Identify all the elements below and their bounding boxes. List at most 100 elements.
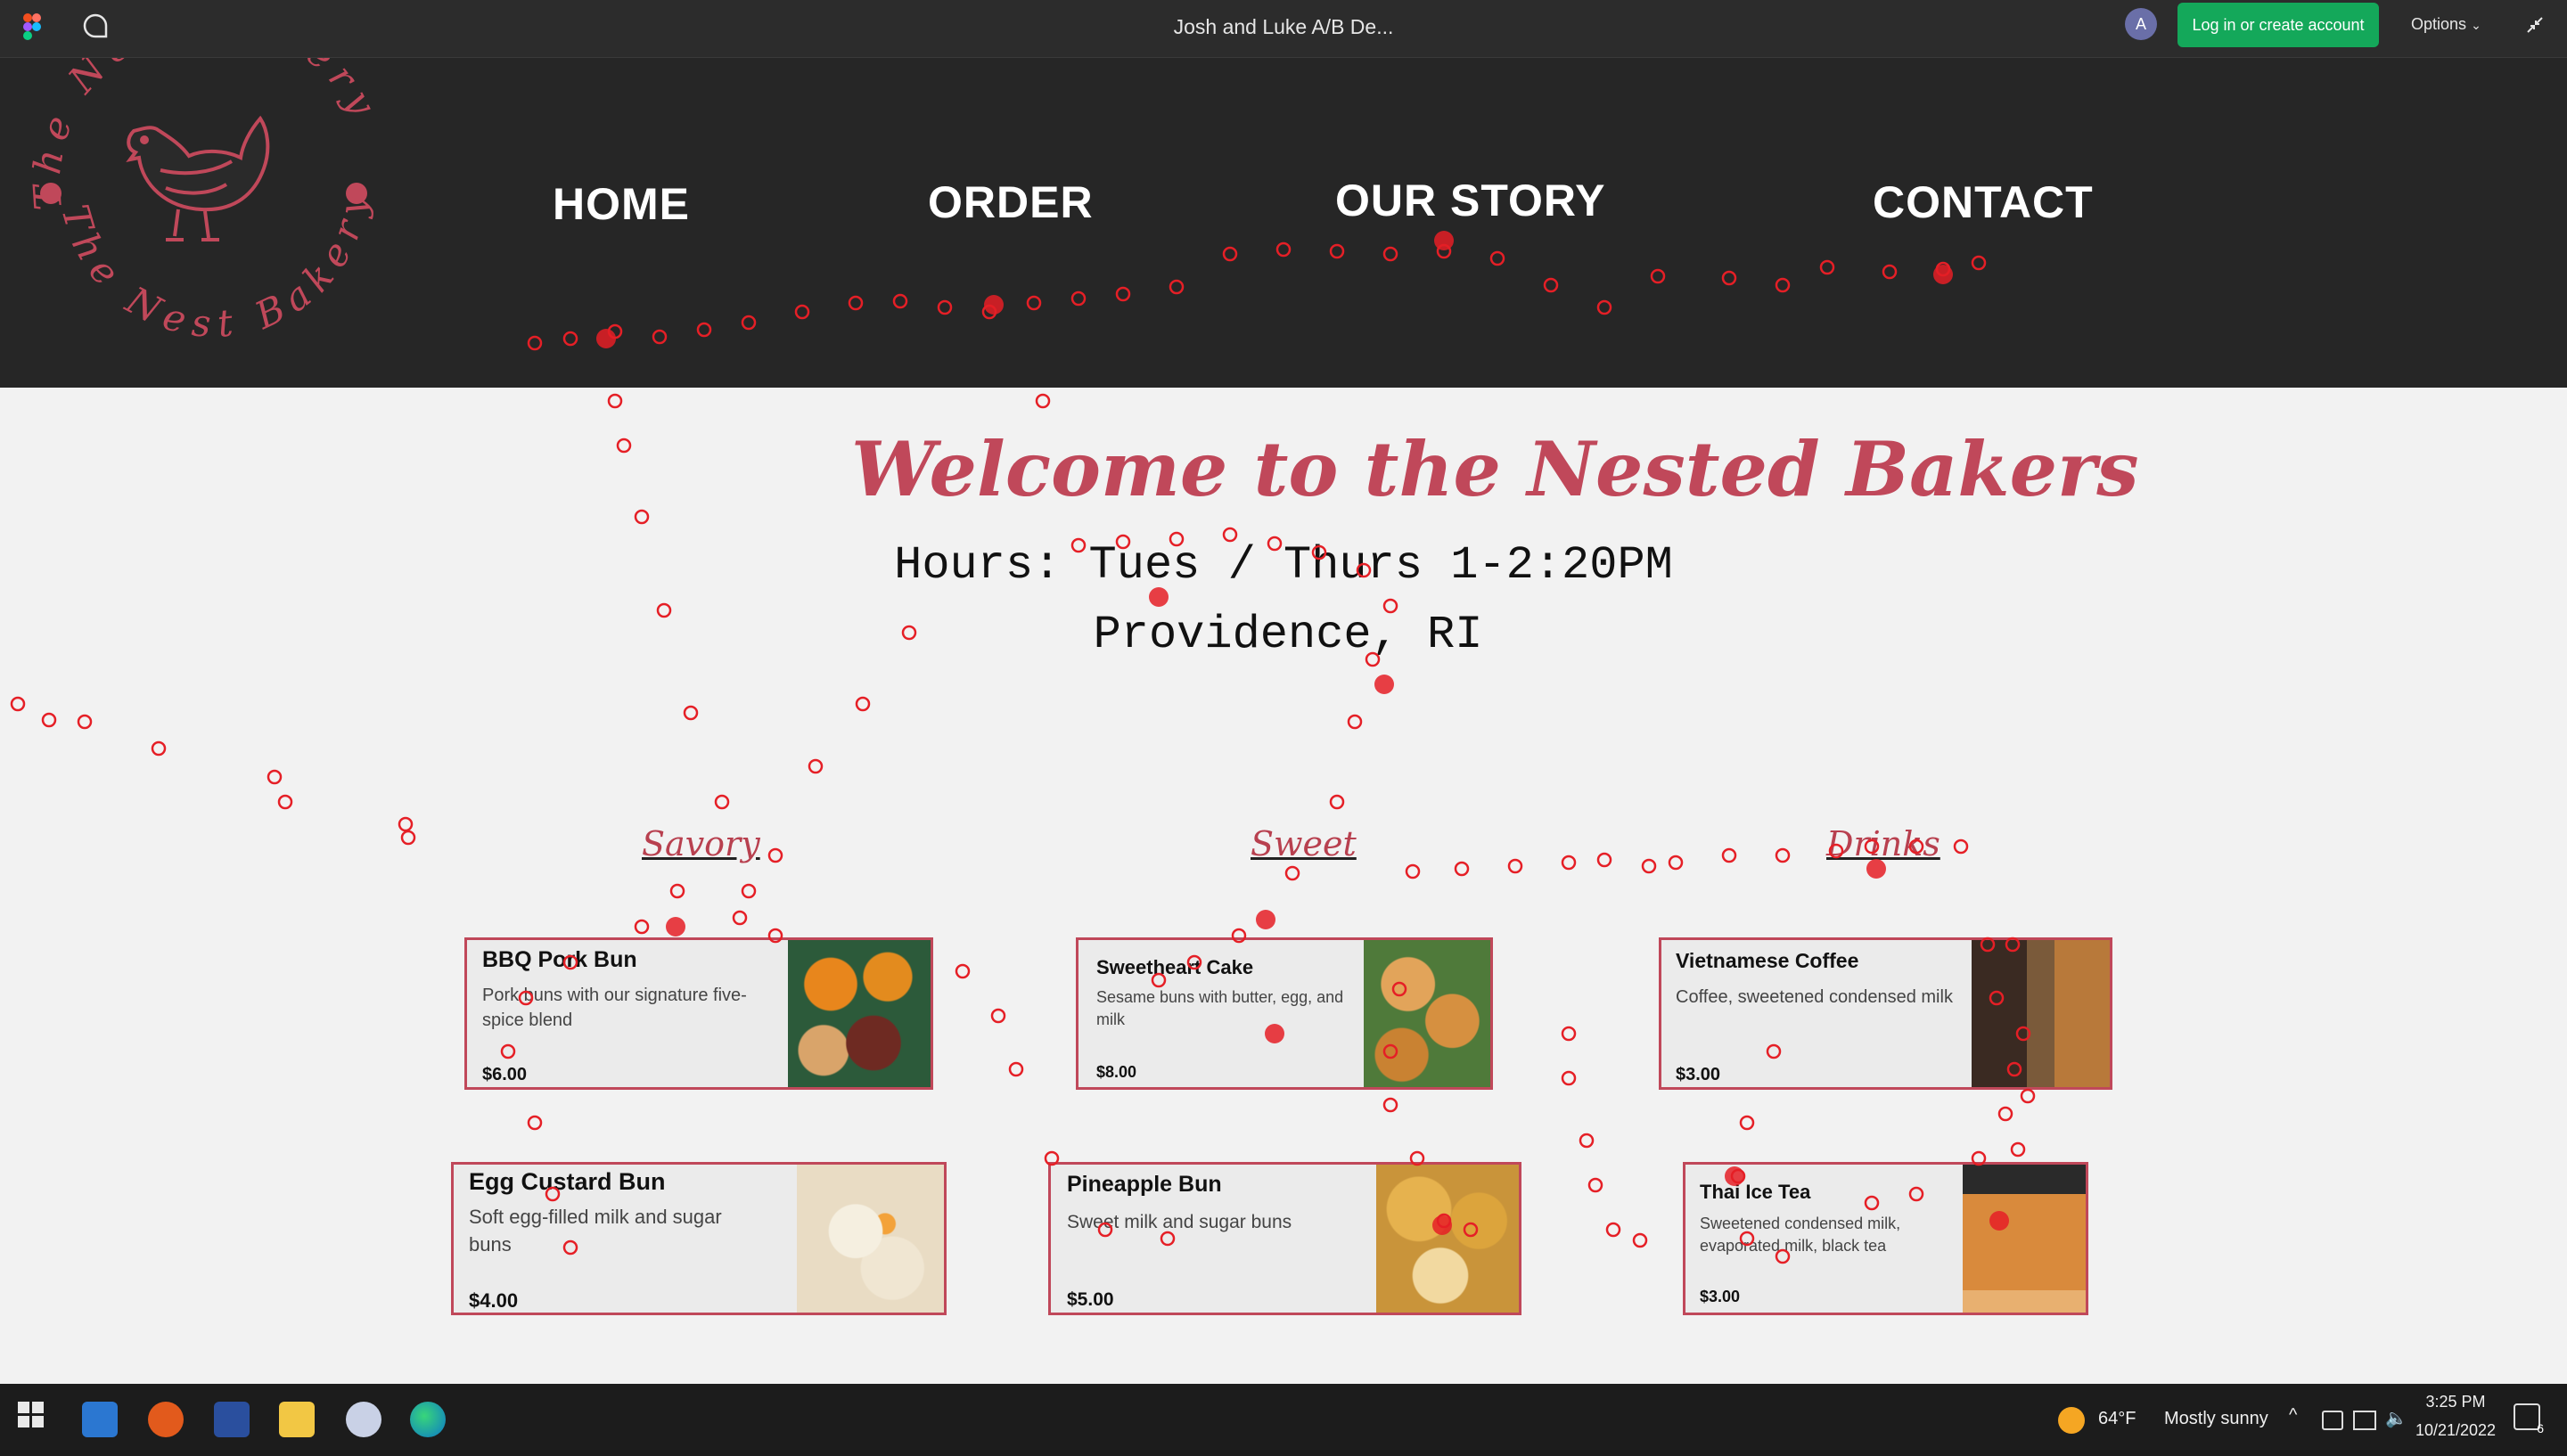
heatmap-dot [1561, 1070, 1577, 1086]
heatmap-dot [1070, 537, 1087, 553]
powershell-icon[interactable] [214, 1402, 250, 1437]
heatmap-dot [1989, 990, 2005, 1006]
heatmap-dot [892, 293, 908, 309]
heatmap-dot [1721, 270, 1737, 286]
heatmap-dot [2010, 1141, 2026, 1157]
heatmap-cluster [1256, 910, 1275, 929]
heatmap-cluster [596, 329, 616, 348]
heatmap-dot [1980, 937, 1996, 953]
heatmap-dot [10, 696, 26, 712]
app-orange-icon[interactable] [148, 1402, 184, 1437]
heatmap-dot [77, 714, 93, 730]
heatmap-dot [901, 625, 917, 641]
heatmap-dot [669, 883, 685, 899]
heatmap-dot [1284, 865, 1300, 881]
heatmap-dot [1391, 981, 1407, 997]
heatmap-dot [767, 847, 783, 863]
heatmap-dot [2006, 1061, 2022, 1077]
mail-icon[interactable] [82, 1402, 118, 1437]
heatmap-cluster [1989, 1211, 2009, 1231]
heatmap-dot [808, 758, 824, 774]
app-pinwheel-icon[interactable] [346, 1402, 381, 1437]
heatmap-dot [616, 438, 632, 454]
heatmap-cluster [1933, 265, 1953, 284]
heatmap-dot [1971, 255, 1987, 271]
heatmap-dot [1997, 1106, 2013, 1122]
heatmap-dot [1454, 861, 1470, 877]
heatmap-dot [1222, 527, 1238, 543]
heatmap-dot [1864, 1195, 1880, 1211]
heatmap-cluster [1374, 675, 1394, 694]
heatmap-dot [848, 295, 864, 311]
heatmap-cluster [1866, 859, 1886, 879]
tray-chevron-icon[interactable]: ^ [2289, 1405, 2297, 1426]
clock-date[interactable]: 10/21/2022 [2411, 1421, 2500, 1440]
heatmap-dot [1405, 863, 1421, 879]
heatmap-dot [267, 769, 283, 785]
notification-count: 6 [2537, 1421, 2544, 1436]
notification-icon[interactable]: 6 [2514, 1403, 2544, 1436]
heatmap-dot [1044, 1150, 1060, 1166]
heatmap-cluster [1434, 231, 1454, 250]
heatmap-dot [767, 928, 783, 944]
heatmap-dot [1311, 544, 1327, 560]
heatmap-dot [277, 794, 293, 810]
heatmap-dot [151, 740, 167, 757]
heatmap-dot [398, 816, 414, 832]
heatmap-dot [1828, 843, 1844, 859]
heatmap-dot [794, 304, 810, 320]
heatmap-dot [1382, 598, 1398, 614]
heatmap-dot [2015, 1026, 2031, 1042]
heatmap-dot [1721, 847, 1737, 863]
heatmap-dot [1908, 838, 1924, 855]
heatmap-dot [1097, 1222, 1113, 1238]
heatmap-dot [1561, 1026, 1577, 1042]
heatmap-dot [652, 329, 668, 345]
heatmap-dot [1382, 246, 1398, 262]
edge-icon[interactable] [410, 1402, 446, 1437]
weather-temperature[interactable]: 64°F [2098, 1409, 2136, 1429]
heatmap-cluster [1149, 587, 1169, 607]
heatmap-dot [1882, 264, 1898, 280]
heatmap-dot [2005, 937, 2021, 953]
heatmap-dot [1775, 277, 1791, 293]
heatmap-dot [1186, 954, 1202, 970]
clock-time[interactable]: 3:25 PM [2415, 1393, 2496, 1411]
heatmap-cluster [1265, 1024, 1284, 1043]
heatmap-dot [741, 315, 757, 331]
heatmap-dot [41, 712, 57, 728]
heatmap-dot [562, 331, 578, 347]
heatmap-dot [1463, 1222, 1479, 1238]
weather-condition[interactable]: Mostly sunny [2164, 1409, 2268, 1429]
camera-icon[interactable] [2322, 1411, 2343, 1430]
heatmap-dot [562, 1239, 578, 1256]
volume-icon[interactable]: 🔈 [2385, 1407, 2407, 1429]
heatmap-dot [1409, 1150, 1425, 1166]
heatmap-dot [656, 602, 672, 618]
heatmap-dot [527, 335, 543, 351]
heatmap-dot [714, 794, 730, 810]
heatmap-dot [1864, 838, 1880, 855]
heatmap-dot [1329, 794, 1345, 810]
network-icon[interactable] [2353, 1411, 2376, 1430]
heatmap-dot [2020, 1088, 2036, 1104]
heatmap-cluster [666, 917, 685, 937]
weather-icon[interactable] [2058, 1407, 2085, 1434]
heatmap-dot [683, 705, 699, 721]
heatmap-dot [1329, 243, 1345, 259]
heatmap-dot [1971, 1150, 1987, 1166]
heatmap-dot [1507, 858, 1523, 874]
heatmap-dot [1035, 393, 1051, 409]
heatmap-dot [1169, 279, 1185, 295]
heatmap-dot [1908, 1186, 1924, 1202]
heatmap-cluster [984, 295, 1004, 315]
heatmap-cluster [1725, 1166, 1744, 1186]
heatmap-dot [1596, 299, 1612, 315]
heatmap-dot [1008, 1061, 1024, 1077]
file-explorer-icon[interactable] [279, 1402, 315, 1437]
heatmap-dot [1953, 838, 1969, 855]
heatmap-dot [1775, 1248, 1791, 1264]
heatmap-dot [955, 963, 971, 979]
windows-start-icon[interactable] [18, 1402, 45, 1433]
heatmap-dot [855, 696, 871, 712]
